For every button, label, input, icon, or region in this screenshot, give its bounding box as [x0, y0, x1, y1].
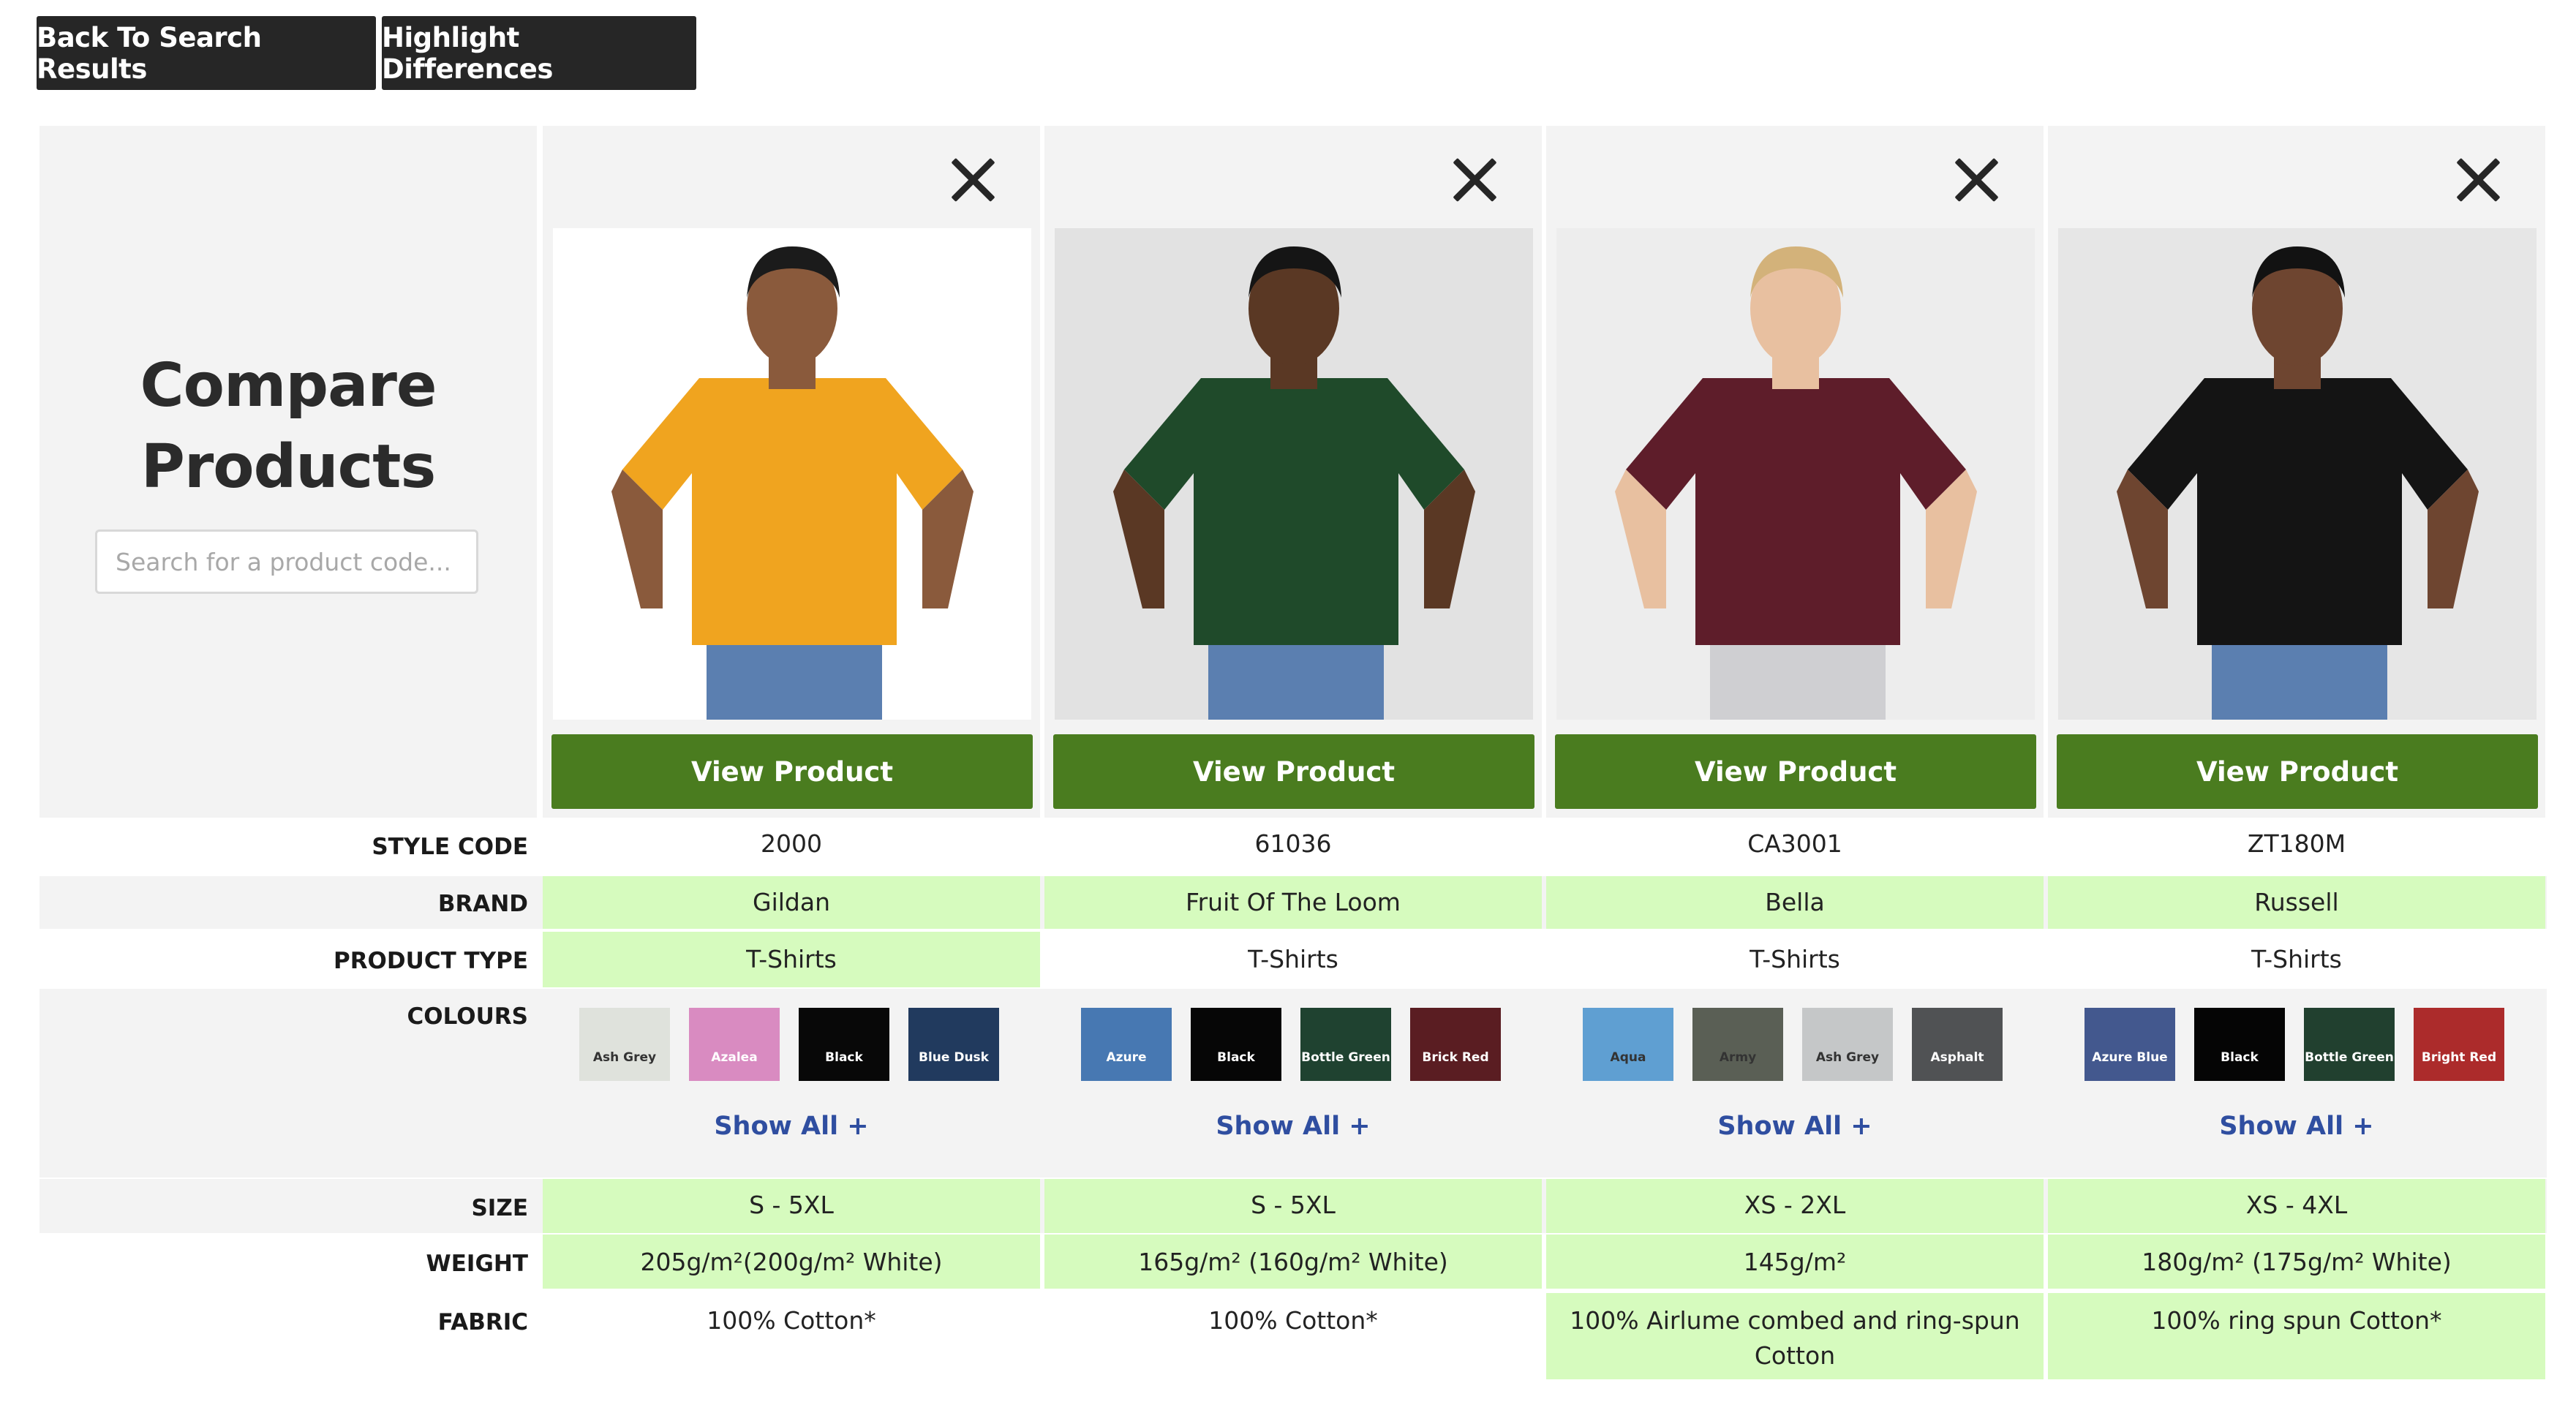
page-title-line-2: Products	[140, 432, 437, 502]
colour-swatch[interactable]: Brick Red	[1410, 1008, 1501, 1081]
row-product-type: PRODUCT TYPE T-Shirts T-Shirts T-Shirts T-S…	[39, 932, 2547, 987]
show-all-colours-link[interactable]: Show All +	[1044, 1109, 1542, 1144]
cell-colours: Aqua Army Ash Grey Asphalt Show All +	[1546, 989, 2044, 1177]
cell-colours: Azure Blue Black Bottle Green Bright Red Sho…	[2048, 989, 2545, 1177]
highlight-differences-button[interactable]: Highlight Differences	[382, 16, 696, 90]
cell-weight: 205g/m²(200g/m² White)	[543, 1235, 1040, 1289]
view-product-button[interactable]: View Product	[1053, 734, 1534, 809]
row-size: SIZE S - 5XL S - 5XL XS - 2XL XS - 4XL	[39, 1179, 2547, 1233]
row-colours: COLOURS Ash Grey Azalea Black Blue Dusk Show…	[39, 989, 2547, 1177]
colour-swatch[interactable]: Black	[2194, 1008, 2285, 1081]
cell-style-code: CA3001	[1747, 829, 1842, 858]
row-label-weight: WEIGHT	[426, 1251, 528, 1277]
view-product-button[interactable]: View Product	[551, 734, 1033, 809]
cell-product-type: T-Shirts	[1248, 945, 1338, 973]
cell-weight: 165g/m² (160g/m² White)	[1044, 1235, 1542, 1289]
cell-fabric: 100% Cotton*	[1208, 1306, 1378, 1335]
colour-swatch[interactable]: Azure	[1081, 1008, 1172, 1081]
colour-swatch[interactable]: Bottle Green	[1300, 1008, 1391, 1081]
show-all-colours-link[interactable]: Show All +	[543, 1109, 1040, 1144]
remove-product-close-icon[interactable]	[948, 155, 998, 205]
cell-size: S - 5XL	[1044, 1179, 1542, 1233]
cell-product-type: T-Shirts	[2251, 945, 2342, 973]
product-photo	[1055, 228, 1533, 720]
row-label-style-code: STYLE CODE	[372, 834, 528, 860]
cell-size: XS - 2XL	[1546, 1179, 2044, 1233]
row-style-code: STYLE CODE 2000 61036 CA3001 ZT180M	[39, 818, 2547, 873]
cell-fabric: 100% ring spun Cotton*	[2048, 1293, 2545, 1379]
product-code-search-input[interactable]	[95, 529, 478, 594]
cell-brand: Bella	[1546, 876, 2044, 929]
cell-product-type: T-Shirts	[1750, 945, 1840, 973]
remove-product-close-icon[interactable]	[2453, 155, 2503, 205]
cell-style-code: 61036	[1254, 829, 1332, 858]
show-all-colours-link[interactable]: Show All +	[2048, 1109, 2545, 1144]
product-column-2: View Product	[1044, 126, 1542, 818]
colour-swatch[interactable]: Bottle Green	[2304, 1008, 2395, 1081]
show-all-colours-link[interactable]: Show All +	[1546, 1109, 2044, 1144]
product-photo-svg	[1055, 228, 1533, 720]
page-title-line-1: Compare	[140, 351, 437, 421]
view-product-button[interactable]: View Product	[1555, 734, 2036, 809]
cell-colours: Ash Grey Azalea Black Blue Dusk Show All +	[543, 989, 1040, 1177]
colour-swatch[interactable]: Army	[1692, 1008, 1783, 1081]
colour-swatch[interactable]: Black	[1191, 1008, 1281, 1081]
row-weight: WEIGHT 205g/m²(200g/m² White) 165g/m² (16…	[39, 1235, 2547, 1292]
row-label-size: SIZE	[471, 1195, 528, 1221]
cell-fabric: 100% Cotton*	[707, 1306, 876, 1335]
colour-swatch[interactable]: Blue Dusk	[908, 1008, 999, 1081]
colour-swatch[interactable]: Asphalt	[1912, 1008, 2003, 1081]
row-label-colours: COLOURS	[407, 1003, 528, 1030]
row-brand: BRAND Gildan Fruit Of The Loom Bella Russel…	[39, 876, 2547, 929]
product-photo	[1556, 228, 2035, 720]
colour-swatch[interactable]: Ash Grey	[1802, 1008, 1893, 1081]
colour-swatch[interactable]: Black	[799, 1008, 889, 1081]
row-label-fabric: FABRIC	[437, 1309, 528, 1335]
colour-swatch[interactable]: Aqua	[1583, 1008, 1673, 1081]
product-column-4: View Product	[2048, 126, 2545, 818]
row-label-product-type: PRODUCT TYPE	[333, 948, 528, 974]
cell-product-type: T-Shirts	[543, 932, 1040, 987]
cell-style-code: ZT180M	[2247, 829, 2346, 858]
colour-swatch[interactable]: Ash Grey	[579, 1008, 670, 1081]
cell-fabric: 100% Airlume combed and ring-spun Cotton	[1546, 1293, 2044, 1379]
colour-swatch[interactable]: Azure Blue	[2084, 1008, 2175, 1081]
colour-swatch[interactable]: Azalea	[689, 1008, 780, 1081]
colour-swatch[interactable]: Bright Red	[2414, 1008, 2504, 1081]
remove-product-close-icon[interactable]	[1951, 155, 2001, 205]
product-photo-svg	[2058, 228, 2537, 720]
row-label-brand: BRAND	[437, 891, 528, 917]
cell-brand: Russell	[2048, 876, 2545, 929]
cell-style-code: 2000	[761, 829, 822, 858]
cell-weight: 180g/m² (175g/m² White)	[2048, 1235, 2545, 1289]
view-product-button[interactable]: View Product	[2057, 734, 2538, 809]
product-photo	[2058, 228, 2537, 720]
product-column-3: View Product	[1546, 126, 2044, 818]
row-fabric: FABRIC 100% Cotton* 100% Cotton* 100% Airl…	[39, 1293, 2547, 1381]
product-photo-svg	[553, 228, 1031, 720]
remove-product-close-icon[interactable]	[1450, 155, 1499, 205]
cell-size: XS - 4XL	[2048, 1179, 2545, 1233]
back-to-search-results-button[interactable]: Back To Search Results	[37, 16, 376, 90]
cell-weight: 145g/m²	[1546, 1235, 2044, 1289]
cell-size: S - 5XL	[543, 1179, 1040, 1233]
product-photo-svg	[1556, 228, 2035, 720]
product-photo	[553, 228, 1031, 720]
cell-colours: Azure Black Bottle Green Brick Red Show All …	[1044, 989, 1542, 1177]
cell-brand: Fruit Of The Loom	[1044, 876, 1542, 929]
compare-header-panel: Compare Products	[39, 126, 537, 818]
cell-brand: Gildan	[543, 876, 1040, 929]
product-column-1: View Product	[543, 126, 1040, 818]
page-title: Compare Products	[39, 345, 537, 508]
